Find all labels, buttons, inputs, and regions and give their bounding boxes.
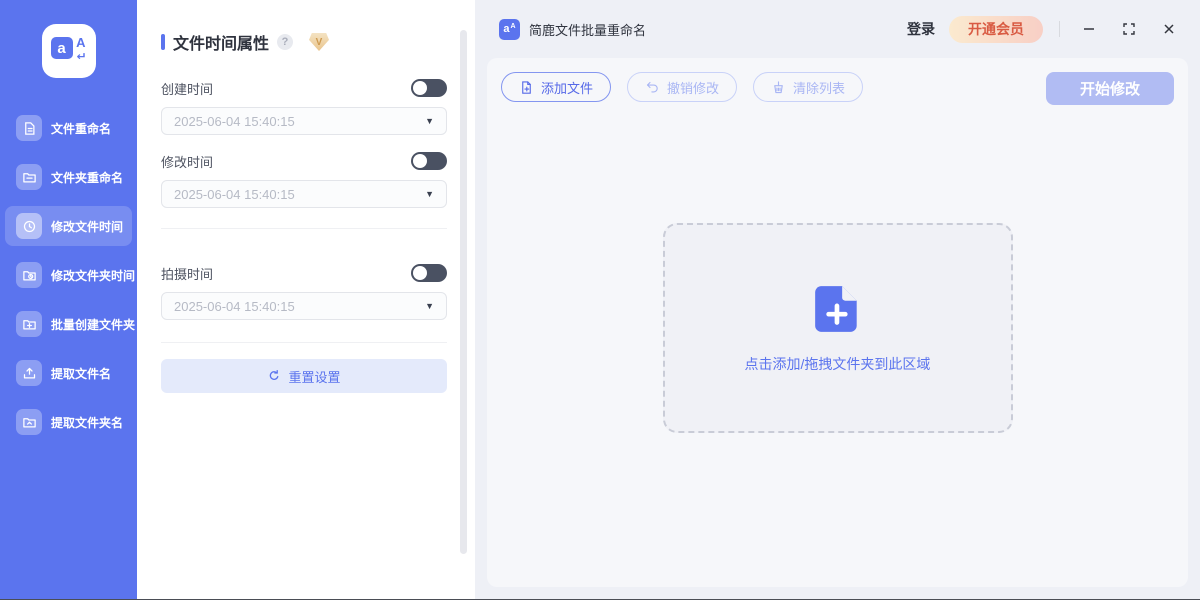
dropzone-hint: 点击添加/拖拽文件夹到此区域 <box>745 354 931 374</box>
close-button[interactable] <box>1156 16 1182 42</box>
undo-icon <box>645 80 660 95</box>
time-sections: 创建时间 2025-06-04 15:40:15 ▼ 修改时间 2025-06-… <box>161 78 447 343</box>
time-section-label: 修改时间 <box>161 152 213 171</box>
broom-icon <box>771 80 786 95</box>
help-icon[interactable]: ? <box>277 34 293 50</box>
add-files-label: 添加文件 <box>541 78 593 97</box>
sidebar-item-0[interactable]: 文件重命名 <box>5 108 132 148</box>
sidebar-item-label: 提取文件夹名 <box>51 414 123 431</box>
folder-rename-icon <box>16 164 42 190</box>
sidebar-item-5[interactable]: 提取文件名 <box>5 353 132 393</box>
time-dropdown[interactable]: 2025-06-04 15:40:15 ▼ <box>161 107 447 135</box>
time-toggle[interactable] <box>411 79 447 97</box>
sidebar-item-2[interactable]: 修改文件时间 <box>5 206 132 246</box>
minimize-button[interactable] <box>1076 16 1102 42</box>
toggle-knob <box>413 81 427 95</box>
logo-a-icon: a <box>51 37 73 59</box>
panel-scrollbar[interactable] <box>460 30 467 554</box>
titlebar-right: 登录 开通会员 <box>907 16 1182 43</box>
add-files-button[interactable]: 添加文件 <box>501 72 611 102</box>
titlebar-app-icon: aA <box>499 19 520 40</box>
time-section-header: 创建时间 <box>161 78 447 98</box>
time-toggle[interactable] <box>411 152 447 170</box>
chevron-down-icon: ▼ <box>425 301 434 311</box>
titlebar: aA 简鹿文件批量重命名 登录 开通会员 <box>475 0 1200 58</box>
sidebar-item-label: 批量创建文件夹 <box>51 316 135 333</box>
sidebar-item-1[interactable]: 文件夹重命名 <box>5 157 132 197</box>
reset-button-label: 重置设置 <box>288 367 340 386</box>
undo-button[interactable]: 撤销修改 <box>627 72 737 102</box>
time-dropdown[interactable]: 2025-06-04 15:40:15 ▼ <box>161 180 447 208</box>
title-accent-bar <box>161 34 165 50</box>
vip-badge-icon[interactable]: V <box>309 33 329 51</box>
time-toggle[interactable] <box>411 264 447 282</box>
sidebar-item-label: 文件夹重命名 <box>51 169 123 186</box>
time-section: 创建时间 2025-06-04 15:40:15 ▼ <box>161 78 447 135</box>
start-modify-button[interactable]: 开始修改 <box>1046 72 1174 105</box>
extract-foldername-icon <box>16 409 42 435</box>
time-value: 2025-06-04 15:40:15 <box>174 114 295 129</box>
window-title: 简鹿文件批量重命名 <box>529 20 646 39</box>
titlebar-divider <box>1059 21 1060 37</box>
extract-filename-icon <box>16 360 42 386</box>
time-dropdown[interactable]: 2025-06-04 15:40:15 ▼ <box>161 292 447 320</box>
time-value: 2025-06-04 15:40:15 <box>174 187 295 202</box>
sidebar-item-label: 修改文件时间 <box>51 218 123 235</box>
file-list-card: 添加文件 撤销修改 清除列表 开始修改 点击添加/拖拽文件夹到 <box>487 58 1188 587</box>
toggle-knob <box>413 154 427 168</box>
add-file-icon <box>519 80 534 95</box>
sidebar-item-3[interactable]: 修改文件夹时间 <box>5 255 132 295</box>
folder-time-icon <box>16 262 42 288</box>
titlebar-left: aA 简鹿文件批量重命名 <box>499 19 646 40</box>
time-section-label: 拍摄时间 <box>161 264 213 283</box>
folder-create-icon <box>16 311 42 337</box>
app-logo: a A ↵ <box>42 24 96 78</box>
chevron-down-icon: ▼ <box>425 189 434 199</box>
maximize-button[interactable] <box>1116 16 1142 42</box>
login-link[interactable]: 登录 <box>907 19 935 39</box>
sidebar-menu: 文件重命名 文件夹重命名 修改文件时间 修改文件夹时间 批量创建文件夹 提取文件… <box>0 108 137 442</box>
settings-panel: 文件时间属性 ? V 创建时间 2025-06-04 15:40:15 ▼ 修改… <box>137 0 475 599</box>
file-time-icon <box>16 213 42 239</box>
sidebar-item-label: 修改文件夹时间 <box>51 267 135 284</box>
section-divider <box>161 228 447 229</box>
time-section-label: 创建时间 <box>161 79 213 98</box>
logo-A-icon: A <box>76 35 85 50</box>
logo-arrow-icon: ↵ <box>77 50 87 63</box>
toggle-knob <box>413 266 427 280</box>
section-divider <box>161 342 447 343</box>
open-vip-button[interactable]: 开通会员 <box>949 16 1043 43</box>
sidebar: a A ↵ 文件重命名 文件夹重命名 修改文件时间 修改文件夹时间 批量创建文件… <box>0 0 137 599</box>
file-rename-icon <box>16 115 42 141</box>
clear-list-label: 清除列表 <box>793 78 845 97</box>
sidebar-item-4[interactable]: 批量创建文件夹 <box>5 304 132 344</box>
dropzone[interactable]: 点击添加/拖拽文件夹到此区域 <box>663 223 1013 433</box>
time-section-header: 修改时间 <box>161 151 447 171</box>
chevron-down-icon: ▼ <box>425 116 434 126</box>
sidebar-item-label: 提取文件名 <box>51 365 111 382</box>
refresh-icon <box>267 369 281 383</box>
undo-label: 撤销修改 <box>667 78 719 97</box>
sidebar-item-6[interactable]: 提取文件夹名 <box>5 402 132 442</box>
add-document-icon <box>811 282 865 336</box>
time-section-header: 拍摄时间 <box>161 263 447 283</box>
panel-title: 文件时间属性 <box>173 30 269 54</box>
panel-title-row: 文件时间属性 ? V <box>161 30 447 54</box>
time-section: 修改时间 2025-06-04 15:40:15 ▼ <box>161 151 447 208</box>
time-value: 2025-06-04 15:40:15 <box>174 299 295 314</box>
time-section: 拍摄时间 2025-06-04 15:40:15 ▼ <box>161 263 447 320</box>
app-window: a A ↵ 文件重命名 文件夹重命名 修改文件时间 修改文件夹时间 批量创建文件… <box>0 0 1200 600</box>
clear-list-button[interactable]: 清除列表 <box>753 72 863 102</box>
sidebar-item-label: 文件重命名 <box>51 120 111 137</box>
main-area: aA 简鹿文件批量重命名 登录 开通会员 <box>475 0 1200 599</box>
reset-button[interactable]: 重置设置 <box>161 359 447 393</box>
toolbar: 添加文件 撤销修改 清除列表 开始修改 <box>501 72 1174 105</box>
